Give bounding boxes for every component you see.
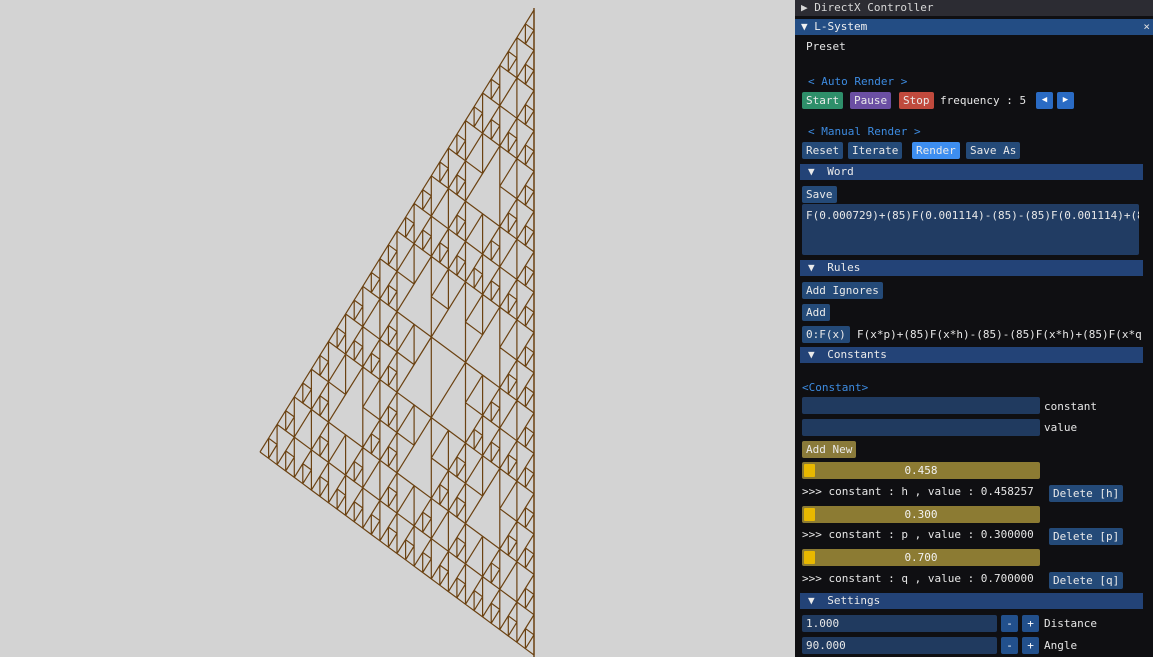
fractal-drawing <box>259 8 535 657</box>
constants-section-header[interactable]: ▼ Constants <box>800 347 1143 363</box>
frequency-decrease-button[interactable]: ◀ <box>1036 92 1053 109</box>
delete-p-button[interactable]: Delete [p] <box>1049 528 1124 545</box>
slider-value: 0.700 <box>904 551 938 564</box>
control-panel: ▶ DirectX Controller ▼ L-System × Preset… <box>795 0 1153 657</box>
angle-label: Angle <box>1044 639 1078 652</box>
pause-button[interactable]: Pause <box>850 92 892 109</box>
right-arrow-icon: ▶ <box>1062 95 1069 105</box>
slider-value: 0.458 <box>904 464 938 477</box>
rules-header-text: Rules <box>827 261 861 274</box>
collapse-icon: ▼ <box>808 261 815 274</box>
fractal-path <box>259 9 535 656</box>
constant-name-input[interactable] <box>802 397 1040 414</box>
word-header-text: Word <box>827 165 854 178</box>
render-viewport[interactable] <box>0 0 795 657</box>
collapse-icon: ▼ <box>808 594 815 607</box>
rules-section-header[interactable]: ▼ Rules <box>800 260 1143 276</box>
save-as-button[interactable]: Save As <box>966 142 1021 159</box>
delete-h-button[interactable]: Delete [h] <box>1049 485 1124 502</box>
delete-q-button[interactable]: Delete [q] <box>1049 572 1124 589</box>
slider-value: 0.300 <box>904 508 938 521</box>
angle-decrease-button[interactable]: - <box>1001 637 1018 654</box>
angle-increase-button[interactable]: + <box>1022 637 1039 654</box>
word-save-button[interactable]: Save <box>802 186 837 203</box>
constant-q-slider[interactable]: 0.700 <box>802 549 1040 566</box>
frequency-label: frequency : 5 <box>940 94 1027 107</box>
distance-input[interactable]: 1.000 <box>802 615 997 632</box>
collapse-icon: ▼ <box>808 165 815 178</box>
iterate-button[interactable]: Iterate <box>848 142 903 159</box>
lsystem-title-text: L-System <box>814 20 868 33</box>
close-icon[interactable]: × <box>1143 19 1150 35</box>
angle-input[interactable]: 90.000 <box>802 637 997 654</box>
directx-title-text: DirectX Controller <box>814 1 934 14</box>
constant-h-info: >>> constant : h , value : 0.458257 <box>802 485 1034 498</box>
settings-header-text: Settings <box>827 594 881 607</box>
collapse-icon: ▼ <box>808 348 815 361</box>
constant-h-slider[interactable]: 0.458 <box>802 462 1040 479</box>
constant-section-label: <Constant> <box>802 381 869 394</box>
add-new-constant-button[interactable]: Add New <box>802 441 857 458</box>
rule-text: F(x*p)+(85)F(x*h)-(85)-(85)F(x*h)+(85)F(… <box>857 328 1142 341</box>
settings-section-header[interactable]: ▼ Settings <box>800 593 1143 609</box>
lsystem-window-title[interactable]: ▼ L-System × <box>795 19 1153 35</box>
directx-controller-title[interactable]: ▶ DirectX Controller <box>795 0 1153 16</box>
constant-q-info: >>> constant : q , value : 0.700000 <box>802 572 1034 585</box>
value-field-label: value <box>1044 421 1078 434</box>
constant-value-input[interactable] <box>802 419 1040 436</box>
frequency-increase-button[interactable]: ▶ <box>1057 92 1074 109</box>
manual-render-header: < Manual Render > <box>808 125 921 138</box>
constant-p-info: >>> constant : p , value : 0.300000 <box>802 528 1034 541</box>
expand-icon: ▶ <box>801 1 808 14</box>
auto-render-header: < Auto Render > <box>808 75 908 88</box>
distance-decrease-button[interactable]: - <box>1001 615 1018 632</box>
constant-field-label: constant <box>1044 400 1097 413</box>
start-button[interactable]: Start <box>802 92 844 109</box>
left-arrow-icon: ◀ <box>1041 95 1048 105</box>
collapse-icon: ▼ <box>801 20 808 33</box>
reset-button[interactable]: Reset <box>802 142 844 159</box>
preset-menu[interactable]: Preset <box>806 40 846 53</box>
constants-header-text: Constants <box>827 348 887 361</box>
render-button[interactable]: Render <box>912 142 960 159</box>
word-section-header[interactable]: ▼ Word <box>800 164 1143 180</box>
rule-name-button[interactable]: 0:F(x) <box>802 326 850 343</box>
add-ignores-button[interactable]: Add Ignores <box>802 282 883 299</box>
stop-button[interactable]: Stop <box>899 92 934 109</box>
add-rule-button[interactable]: Add <box>802 304 830 321</box>
distance-increase-button[interactable]: + <box>1022 615 1039 632</box>
constant-p-slider[interactable]: 0.300 <box>802 506 1040 523</box>
distance-label: Distance <box>1044 617 1097 630</box>
word-textarea[interactable]: F(0.000729)+(85)F(0.001114)-(85)-(85)F(0… <box>802 204 1139 255</box>
